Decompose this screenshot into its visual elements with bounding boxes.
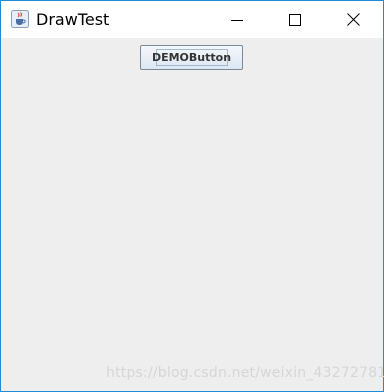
demo-button[interactable]: DEMOButton <box>140 45 243 70</box>
maximize-button[interactable] <box>266 1 324 38</box>
java-coffee-cup-icon[interactable] <box>11 10 29 28</box>
maximize-icon <box>289 13 301 26</box>
app-window: DrawTest DEMOButton https://blog.csdn.ne… <box>0 0 384 392</box>
content-pane: DEMOButton <box>1 38 383 391</box>
watermark: https://blog.csdn.net/weixin_43272781 <box>106 365 384 381</box>
close-icon <box>346 13 360 26</box>
minimize-icon <box>231 19 243 21</box>
window-title: DrawTest <box>36 10 110 29</box>
title-bar[interactable]: DrawTest <box>1 1 383 38</box>
close-button[interactable] <box>324 1 382 38</box>
demo-button-label: DEMOButton <box>151 51 232 64</box>
minimize-button[interactable] <box>208 1 266 38</box>
